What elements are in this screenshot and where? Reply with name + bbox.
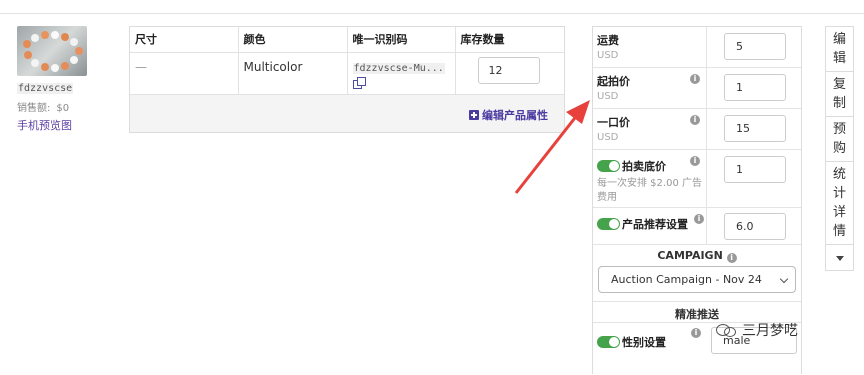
watermark: 三月梦呓 [716, 320, 798, 340]
wechat-icon [716, 322, 736, 338]
watermark-text: 三月梦呓 [742, 323, 798, 339]
annotation-arrow [514, 100, 590, 194]
